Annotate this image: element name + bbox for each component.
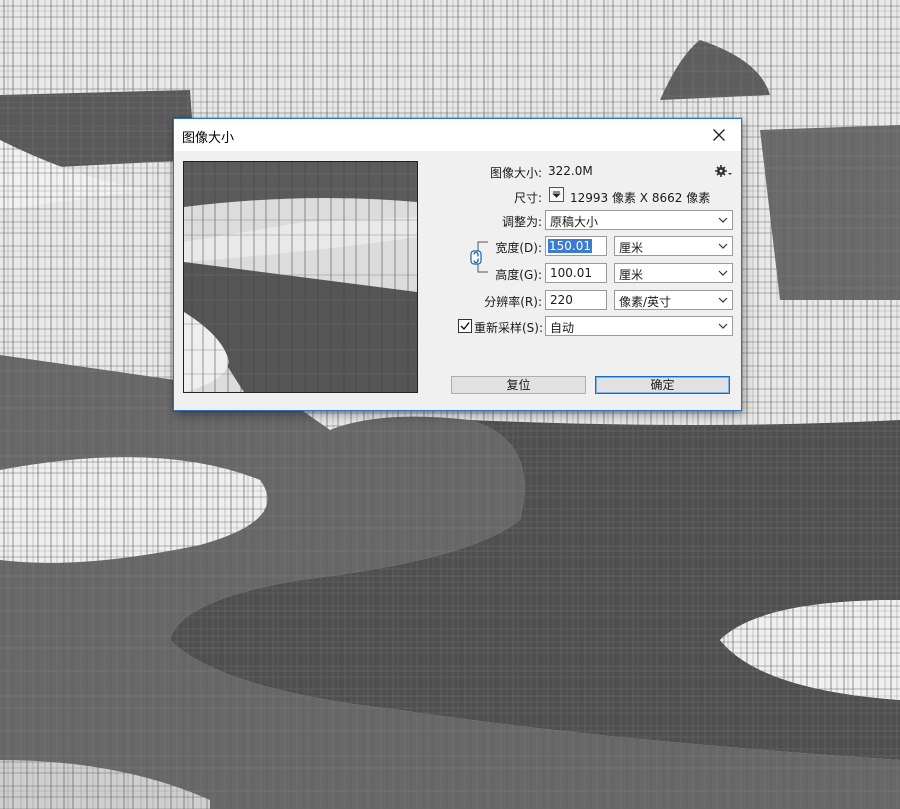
image-preview[interactable] [183,161,418,393]
resolution-unit: 像素/英寸 [619,295,672,309]
width-input[interactable]: 150.01 [545,236,607,256]
width-value: 150.01 [548,239,592,253]
checkmark-icon [460,322,470,331]
height-label: 高度(G): [495,268,542,282]
fit-to-value: 原稿大小 [550,215,599,229]
image-size-label: 图像大小: [489,166,542,180]
resolution-value: 220 [550,293,573,307]
chevron-down-icon [718,243,728,249]
close-button[interactable] [697,119,741,151]
image-size-value: 322.0M [548,164,593,178]
fit-to-select[interactable]: 原稿大小 [545,210,733,230]
dimensions-value: 12993 像素 X 8662 像素 [570,191,711,205]
title-bar[interactable]: 图像大小 [174,119,741,151]
resample-value: 自动 [550,321,575,335]
close-icon [713,129,725,141]
width-unit: 厘米 [619,241,644,255]
image-size-dialog: 图像大小 图像大小: 322.0M 尺寸: 12993 像素 X 8662 像素… [173,118,742,411]
chevron-down-icon [718,323,728,329]
dropdown-triangle-icon [552,191,561,198]
preview-image [184,162,417,392]
resolution-label: 分辨率(R): [484,295,542,309]
fit-to-label: 调整为: [501,215,542,229]
gear-icon[interactable] [715,164,733,178]
height-unit-select[interactable]: 厘米 [614,263,733,283]
chevron-down-icon [718,270,728,276]
dialog-title: 图像大小 [182,131,235,146]
dimensions-unit-button[interactable] [549,187,564,202]
width-label: 宽度(D): [495,241,542,255]
dimensions-label: 尺寸: [513,191,542,205]
height-value: 100.01 [550,266,592,280]
height-unit: 厘米 [619,268,644,282]
width-unit-select[interactable]: 厘米 [614,236,733,256]
resample-label: 重新采样(S): [474,321,544,335]
chevron-down-icon [718,297,728,303]
resample-checkbox[interactable] [458,319,472,333]
height-input[interactable]: 100.01 [545,263,607,283]
reset-button[interactable]: 复位 [451,376,586,394]
ok-button[interactable]: 确定 [595,376,730,394]
resample-select[interactable]: 自动 [545,316,733,336]
chevron-down-icon [718,217,728,223]
resolution-input[interactable]: 220 [545,290,607,310]
resolution-unit-select[interactable]: 像素/英寸 [614,290,733,310]
